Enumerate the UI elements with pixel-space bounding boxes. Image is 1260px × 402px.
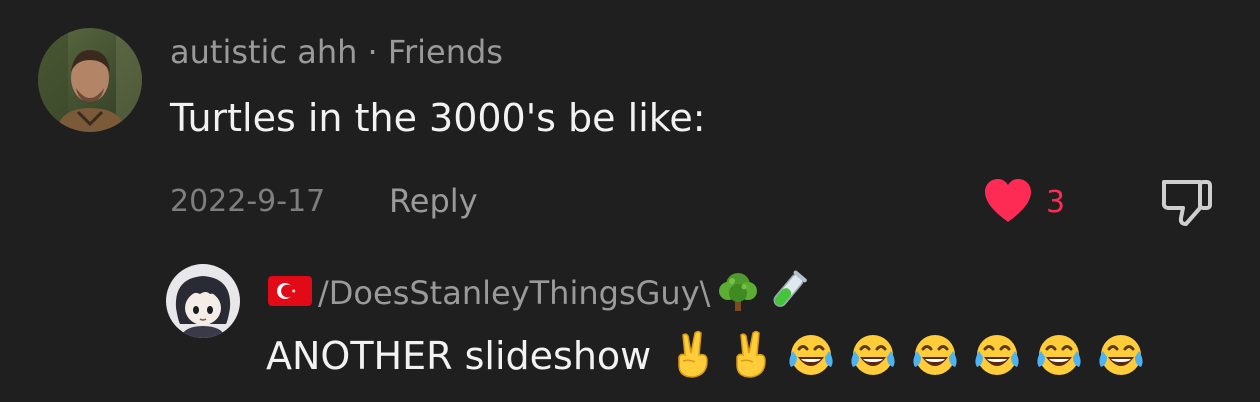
reply-text-line: ANOTHER slideshow bbox=[266, 330, 1147, 382]
reply-author-line: /DoesStanleyThingsGuy\ bbox=[268, 270, 810, 316]
victory-hand-icon bbox=[669, 329, 717, 383]
tears-of-joy-icon bbox=[971, 331, 1023, 381]
reply-author-name[interactable]: /DoesStanleyThingsGuy\ bbox=[318, 277, 710, 309]
tears-of-joy-icon bbox=[1033, 331, 1085, 381]
comment-author-line: autistic ahh · Friends bbox=[170, 36, 503, 68]
thumbs-down-icon bbox=[1160, 180, 1214, 232]
tears-of-joy-icon bbox=[847, 331, 899, 381]
comment-date: 2022-9-17 bbox=[170, 184, 326, 219]
comment-author-name[interactable]: autistic ahh bbox=[170, 33, 357, 71]
like-count: 3 bbox=[1046, 185, 1066, 220]
tears-of-joy-icon bbox=[909, 331, 961, 381]
comment-text: Turtles in the 3000's be like: bbox=[170, 96, 706, 140]
commenter-avatar[interactable] bbox=[38, 28, 142, 132]
relation-label: Friends bbox=[387, 33, 503, 71]
heart-icon bbox=[982, 178, 1034, 228]
avatar-drawing bbox=[166, 264, 240, 338]
like-button[interactable]: 3 bbox=[982, 178, 1065, 228]
reply-avatar[interactable] bbox=[166, 264, 240, 338]
comment: autistic ahh · Friends Turtles in the 30… bbox=[0, 0, 1260, 240]
dislike-button[interactable] bbox=[1160, 178, 1214, 232]
turkey-flag-icon bbox=[268, 276, 312, 310]
test-tube-emoji-icon bbox=[766, 269, 810, 317]
author-separator: · bbox=[367, 33, 378, 71]
reply-button[interactable]: Reply bbox=[389, 185, 478, 217]
reply-text: ANOTHER slideshow bbox=[266, 334, 652, 378]
tears-of-joy-icon bbox=[1095, 331, 1147, 381]
avatar-photo bbox=[38, 28, 142, 132]
tears-of-joy-icon bbox=[785, 331, 837, 381]
tree-emoji-icon bbox=[716, 269, 760, 317]
victory-hand-icon bbox=[727, 329, 775, 383]
reply-comment: /DoesStanleyThingsGuy\ ANOTHER slideshow bbox=[0, 250, 1260, 402]
